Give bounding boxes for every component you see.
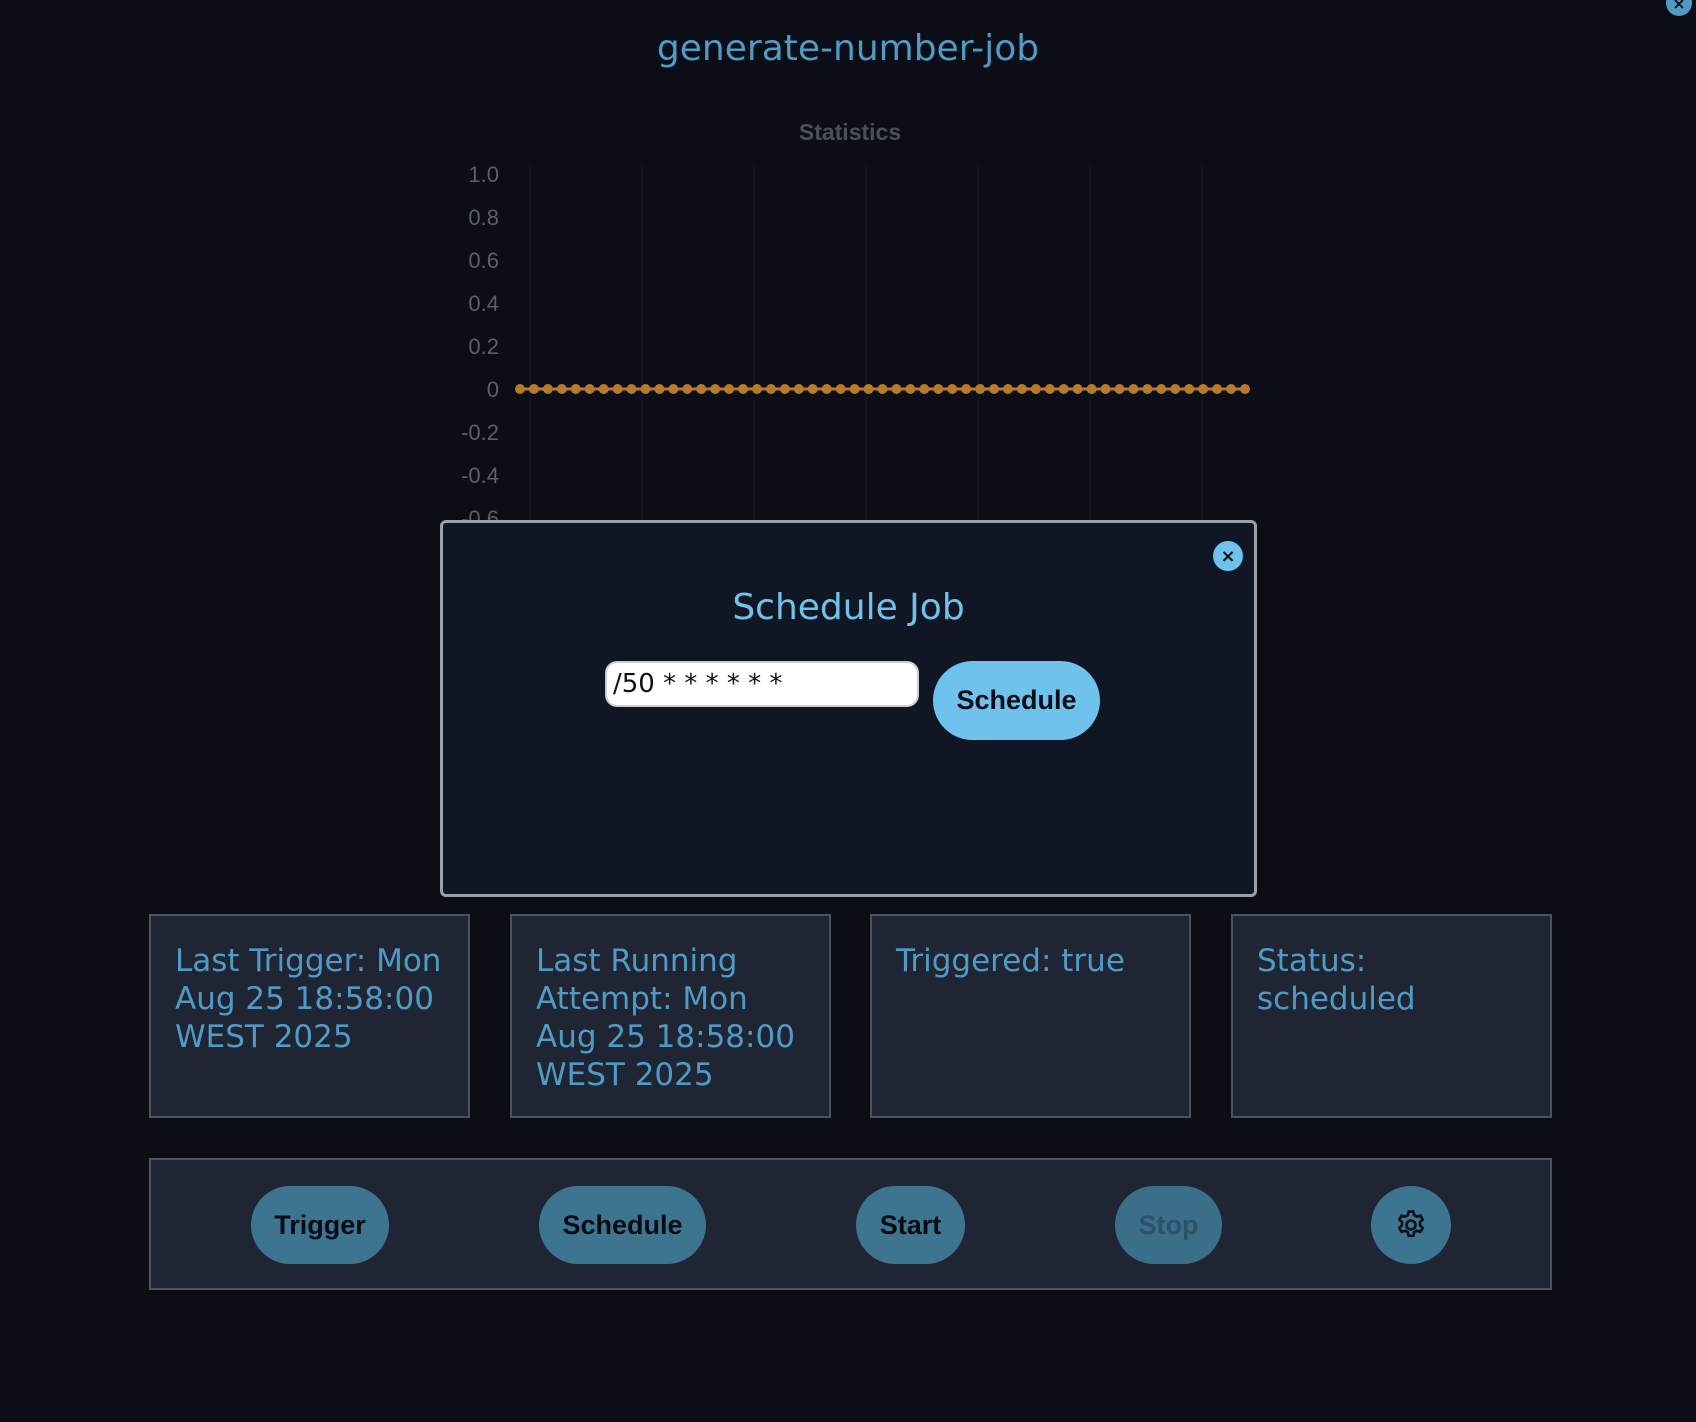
data-point (515, 384, 525, 394)
data-point (863, 384, 874, 394)
status-text: Status: scheduled (1257, 943, 1416, 1017)
y-tick-label: -0.4 (461, 463, 499, 488)
triggered-card: Triggered: true (870, 914, 1191, 1118)
data-point (724, 384, 735, 394)
data-point (1170, 384, 1181, 394)
statistics-chart: Statistics 1.0 0.8 0.6 0.4 0.2 0 -0.2 -0.4 -0.6 (430, 120, 1280, 520)
data-point (738, 384, 749, 394)
y-tick-label: 0.8 (468, 205, 499, 230)
data-point (654, 384, 665, 394)
data-point (779, 384, 790, 394)
last-trigger-card: Last Trigger: Mon Aug 25 18:58:00 WEST 2… (149, 914, 470, 1118)
data-point (1030, 384, 1041, 394)
data-point (668, 384, 679, 394)
data-point (1156, 384, 1167, 394)
data-point (542, 384, 553, 394)
data-point (933, 384, 944, 394)
data-point (752, 384, 763, 394)
data-point (1100, 384, 1111, 394)
data-point (1044, 384, 1055, 394)
y-tick-label: -0.6 (461, 506, 499, 520)
trigger-button[interactable]: Trigger (251, 1186, 389, 1264)
page-title: generate-number-job (656, 28, 1040, 69)
data-point (891, 384, 902, 394)
data-point (821, 384, 832, 394)
y-tick-label: 1.0 (468, 162, 499, 187)
data-point (1114, 384, 1125, 394)
data-point (528, 384, 539, 394)
data-point (696, 384, 707, 394)
gear-icon (1397, 1210, 1425, 1238)
start-button[interactable]: Start (856, 1186, 965, 1264)
y-tick-label: 0.2 (468, 334, 499, 359)
data-point (1240, 384, 1250, 394)
data-point (947, 384, 958, 394)
triggered-text: Triggered: true (896, 943, 1125, 979)
data-point (765, 384, 776, 394)
modal-close-icon[interactable]: × (1213, 541, 1243, 571)
data-point (1142, 384, 1153, 394)
last-running-attempt-text: Last Running Attempt: Mon Aug 25 18:58:0… (536, 943, 795, 1093)
data-point (905, 384, 916, 394)
data-point (793, 384, 804, 394)
data-point (1072, 384, 1083, 394)
modal-schedule-button[interactable]: Schedule (933, 661, 1100, 740)
data-point (570, 384, 581, 394)
data-point (1226, 384, 1237, 394)
chart-title: Statistics (799, 120, 901, 145)
corner-close-icon[interactable]: × (1666, 0, 1692, 16)
data-point (1184, 384, 1195, 394)
data-point (835, 384, 846, 394)
data-point (612, 384, 623, 394)
data-point (1198, 384, 1209, 394)
last-running-attempt-card: Last Running Attempt: Mon Aug 25 18:58:0… (510, 914, 831, 1118)
data-point (640, 384, 651, 394)
settings-button[interactable] (1371, 1186, 1451, 1264)
data-point (626, 384, 637, 394)
data-point (1016, 384, 1027, 394)
data-point (877, 384, 888, 394)
data-point (1086, 384, 1097, 394)
data-point (598, 384, 609, 394)
data-point (807, 384, 818, 394)
status-card: Status: scheduled (1231, 914, 1552, 1118)
stop-button[interactable]: Stop (1115, 1186, 1222, 1264)
action-bar: Trigger Schedule Start Stop (149, 1158, 1552, 1290)
data-point (919, 384, 930, 394)
data-point (1128, 384, 1139, 394)
y-tick-label: 0.6 (468, 248, 499, 273)
data-point (1058, 384, 1069, 394)
statistics-chart-svg: Statistics 1.0 0.8 0.6 0.4 0.2 0 -0.2 -0.4 -0.6 (461, 120, 1250, 520)
data-point (989, 384, 1000, 394)
data-point (710, 384, 721, 394)
data-point (849, 384, 860, 394)
schedule-button[interactable]: Schedule (539, 1186, 706, 1264)
y-tick-label: -0.2 (461, 420, 499, 445)
cron-expression-input[interactable] (605, 661, 919, 707)
data-point (1002, 384, 1013, 394)
y-tick-label: 0.4 (468, 291, 499, 316)
schedule-job-modal: × Schedule Job Schedule (440, 520, 1257, 897)
data-point (961, 384, 972, 394)
data-point (1212, 384, 1223, 394)
data-point (556, 384, 567, 394)
last-trigger-text: Last Trigger: Mon Aug 25 18:58:00 WEST 2… (175, 943, 442, 1055)
data-point (682, 384, 693, 394)
modal-title: Schedule Job (732, 587, 965, 628)
data-point (975, 384, 986, 394)
y-tick-label: 0 (487, 377, 499, 402)
data-point (584, 384, 595, 394)
